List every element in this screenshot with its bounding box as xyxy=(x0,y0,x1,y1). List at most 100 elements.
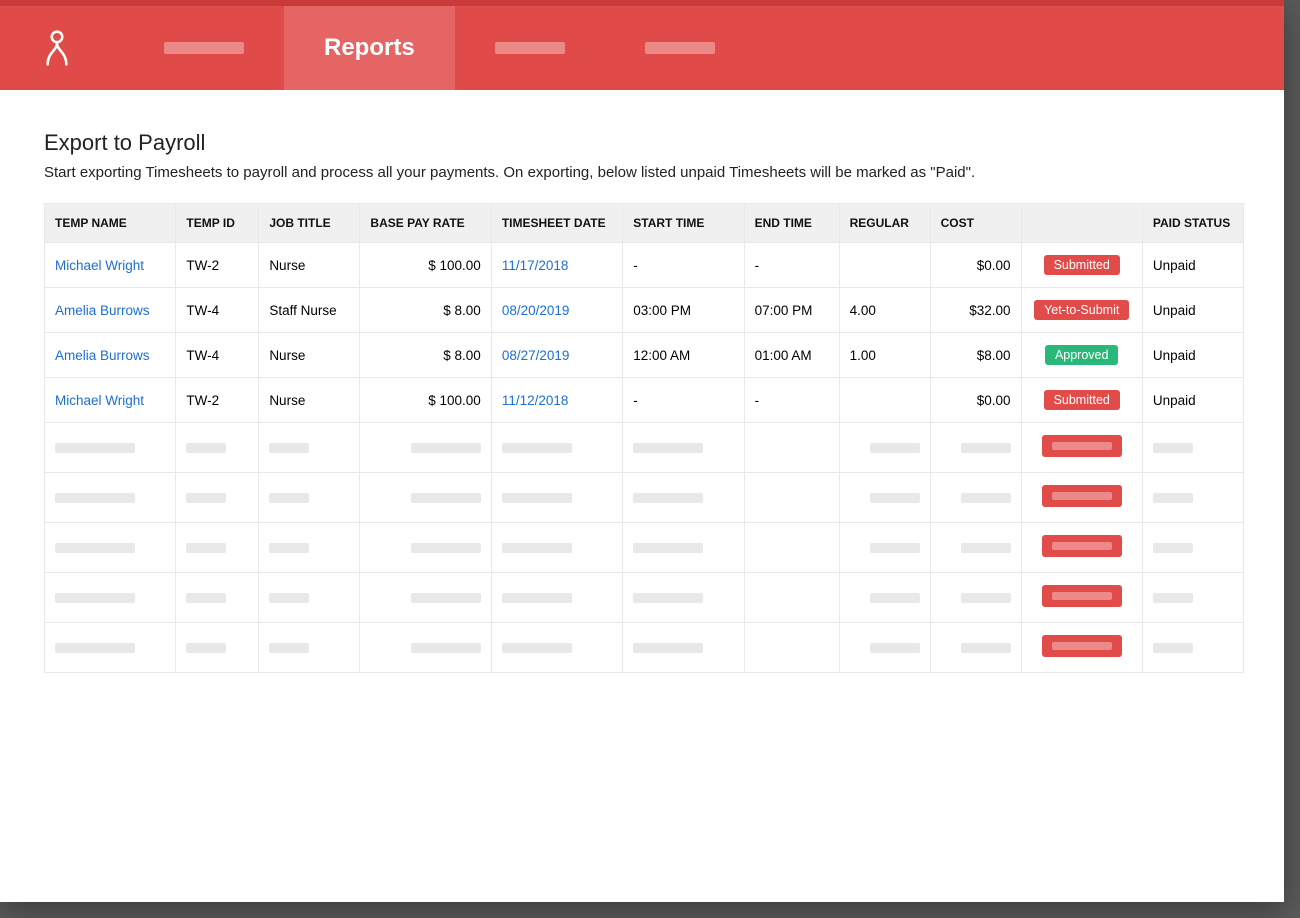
status-badge-placeholder xyxy=(1042,435,1122,457)
skeleton-text xyxy=(55,593,135,603)
skeleton-text xyxy=(186,643,226,653)
skeleton-text xyxy=(55,643,135,653)
skeleton-text xyxy=(1153,543,1193,553)
skeleton-text xyxy=(502,443,572,453)
nav-item-placeholder[interactable] xyxy=(124,6,284,90)
payroll-table: TEMP NAME TEMP ID JOB TITLE BASE PAY RAT… xyxy=(44,203,1244,673)
status-badge-placeholder xyxy=(1042,485,1122,507)
cell-start: 03:00 PM xyxy=(623,288,744,333)
topbar: Reports xyxy=(0,6,1284,90)
skeleton-text xyxy=(870,443,920,453)
cell-end: 01:00 AM xyxy=(744,333,839,378)
status-badge-placeholder xyxy=(1042,585,1122,607)
cell-paid: Unpaid xyxy=(1142,333,1243,378)
cell-rate: $ 100.00 xyxy=(360,378,491,423)
cell-temp-id: TW-2 xyxy=(176,378,259,423)
th-paid-status[interactable]: PAID STATUS xyxy=(1142,204,1243,243)
skeleton-text xyxy=(870,543,920,553)
table-header-row: TEMP NAME TEMP ID JOB TITLE BASE PAY RAT… xyxy=(45,204,1244,243)
skeleton-text xyxy=(961,543,1011,553)
status-badge-placeholder xyxy=(1042,535,1122,557)
temp-name-link[interactable]: Michael Wright xyxy=(55,393,144,408)
cell-rate: $ 8.00 xyxy=(360,288,491,333)
skeleton-text xyxy=(411,643,481,653)
skeleton-text xyxy=(269,643,309,653)
th-base-pay-rate[interactable]: BASE PAY RATE xyxy=(360,204,491,243)
cell-end: 07:00 PM xyxy=(744,288,839,333)
temp-name-link[interactable]: Michael Wright xyxy=(55,258,144,273)
table-row: Amelia BurrowsTW-4Staff Nurse$ 8.0008/20… xyxy=(45,288,1244,333)
cell-cost: $8.00 xyxy=(930,333,1021,378)
cell-start: - xyxy=(623,243,744,288)
timesheet-date-link[interactable]: 11/12/2018 xyxy=(502,393,569,408)
nav-item-placeholder[interactable] xyxy=(455,6,605,90)
skeleton-text xyxy=(411,543,481,553)
cell-paid: Unpaid xyxy=(1142,288,1243,333)
th-status[interactable] xyxy=(1021,204,1142,243)
cell-job-title: Nurse xyxy=(259,243,360,288)
th-temp-name[interactable]: TEMP NAME xyxy=(45,204,176,243)
status-badge: Submitted xyxy=(1044,255,1120,275)
skeleton-text xyxy=(269,593,309,603)
skeleton-text xyxy=(633,593,703,603)
skeleton-text xyxy=(1153,643,1193,653)
skeleton-text xyxy=(961,643,1011,653)
th-job-title[interactable]: JOB TITLE xyxy=(259,204,360,243)
table-row: Michael WrightTW-2Nurse$ 100.0011/17/201… xyxy=(45,243,1244,288)
timesheet-date-link[interactable]: 11/17/2018 xyxy=(502,258,569,273)
th-regular[interactable]: REGULAR xyxy=(839,204,930,243)
skeleton-text xyxy=(870,593,920,603)
skeleton-text xyxy=(633,443,703,453)
status-badge: Submitted xyxy=(1044,390,1120,410)
skeleton-text xyxy=(502,593,572,603)
temp-name-link[interactable]: Amelia Burrows xyxy=(55,348,150,363)
table-row-placeholder xyxy=(45,623,1244,673)
table-row-placeholder xyxy=(45,523,1244,573)
cell-start: 12:00 AM xyxy=(623,333,744,378)
cell-temp-id: TW-4 xyxy=(176,288,259,333)
th-start-time[interactable]: START TIME xyxy=(623,204,744,243)
skeleton-text xyxy=(55,443,135,453)
cell-regular: 4.00 xyxy=(839,288,930,333)
timesheet-date-link[interactable]: 08/20/2019 xyxy=(502,303,570,318)
page-title: Export to Payroll xyxy=(44,130,1244,156)
timesheet-date-link[interactable]: 08/27/2019 xyxy=(502,348,570,363)
cell-cost: $32.00 xyxy=(930,288,1021,333)
th-end-time[interactable]: END TIME xyxy=(744,204,839,243)
skeleton-text xyxy=(961,443,1011,453)
skeleton-text xyxy=(269,493,309,503)
cell-end: - xyxy=(744,378,839,423)
cell-paid: Unpaid xyxy=(1142,243,1243,288)
skeleton-text xyxy=(186,593,226,603)
skeleton-text xyxy=(633,493,703,503)
cell-cost: $0.00 xyxy=(930,243,1021,288)
skeleton-text xyxy=(411,593,481,603)
skeleton-text xyxy=(633,543,703,553)
skeleton-text xyxy=(1153,493,1193,503)
cell-regular xyxy=(839,243,930,288)
skeleton-text xyxy=(870,493,920,503)
cell-job-title: Nurse xyxy=(259,378,360,423)
skeleton-text xyxy=(1153,443,1193,453)
skeleton-text xyxy=(502,543,572,553)
skeleton-text xyxy=(186,543,226,553)
table-row: Amelia BurrowsTW-4Nurse$ 8.0008/27/20191… xyxy=(45,333,1244,378)
th-timesheet-date[interactable]: TIMESHEET DATE xyxy=(491,204,622,243)
skeleton-text xyxy=(502,643,572,653)
cell-temp-id: TW-2 xyxy=(176,243,259,288)
th-temp-id[interactable]: TEMP ID xyxy=(176,204,259,243)
skeleton-text xyxy=(1153,593,1193,603)
skeleton-text xyxy=(961,593,1011,603)
cell-rate: $ 8.00 xyxy=(360,333,491,378)
th-cost[interactable]: COST xyxy=(930,204,1021,243)
nav-tab-reports[interactable]: Reports xyxy=(284,6,455,90)
status-badge: Approved xyxy=(1045,345,1119,365)
table-row-placeholder xyxy=(45,423,1244,473)
cell-regular: 1.00 xyxy=(839,333,930,378)
app-logo-icon[interactable] xyxy=(40,26,74,70)
skeleton-text xyxy=(55,543,135,553)
nav-item-placeholder[interactable] xyxy=(605,6,755,90)
cell-temp-id: TW-4 xyxy=(176,333,259,378)
temp-name-link[interactable]: Amelia Burrows xyxy=(55,303,150,318)
cell-regular xyxy=(839,378,930,423)
